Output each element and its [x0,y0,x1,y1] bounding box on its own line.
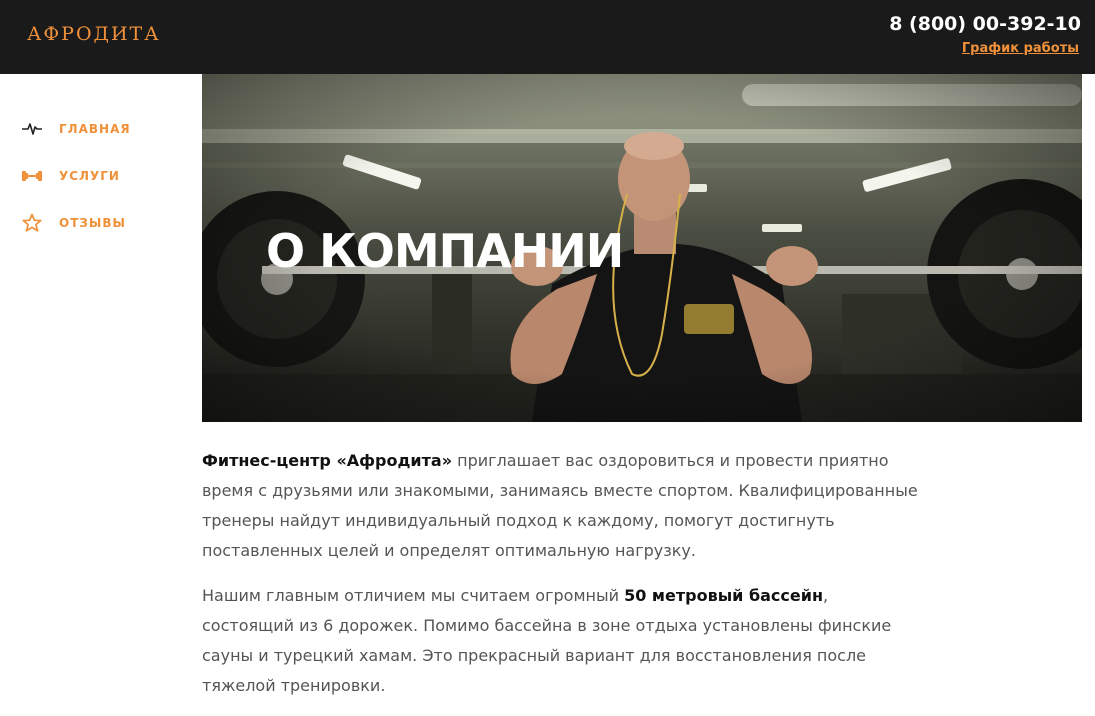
pool-text-before: Нашим главным отличием мы считаем огромн… [202,586,625,605]
phone-number[interactable]: 8 (800) 00-392-10 [889,13,1081,35]
site-header: АФРОДИТА 8 (800) 00-392-10 График работы [0,0,1095,74]
paragraph-intro: Фитнес-центр «Афродита» приглашает вас о… [202,446,922,566]
sidebar-nav: ГЛАВНАЯ УСЛУГИ ОТЗЫВЫ [0,74,202,711]
pulse-icon [20,118,44,140]
about-text: Фитнес-центр «Афродита» приглашает вас о… [202,446,922,716]
sidebar-item-services[interactable]: УСЛУГИ [20,165,120,187]
sidebar-item-label: УСЛУГИ [59,169,120,183]
star-icon [20,212,44,234]
sidebar-item-reviews[interactable]: ОТЗЫВЫ [20,212,126,234]
paragraph-pool: Нашим главным отличием мы считаем огромн… [202,581,922,701]
page-title: О КОМПАНИИ [266,224,624,278]
sidebar-item-label: ОТЗЫВЫ [59,216,126,230]
sidebar-item-label: ГЛАВНАЯ [59,122,131,136]
hero-banner: О КОМПАНИИ [202,74,1082,422]
company-name: Фитнес-центр «Афродита» [202,451,453,470]
schedule-link[interactable]: График работы [962,41,1079,56]
sidebar-item-home[interactable]: ГЛАВНАЯ [20,118,131,140]
logo[interactable]: АФРОДИТА [27,23,161,45]
dumbbell-icon [20,165,44,187]
pool-highlight: 50 метровый бассейн [624,586,824,605]
